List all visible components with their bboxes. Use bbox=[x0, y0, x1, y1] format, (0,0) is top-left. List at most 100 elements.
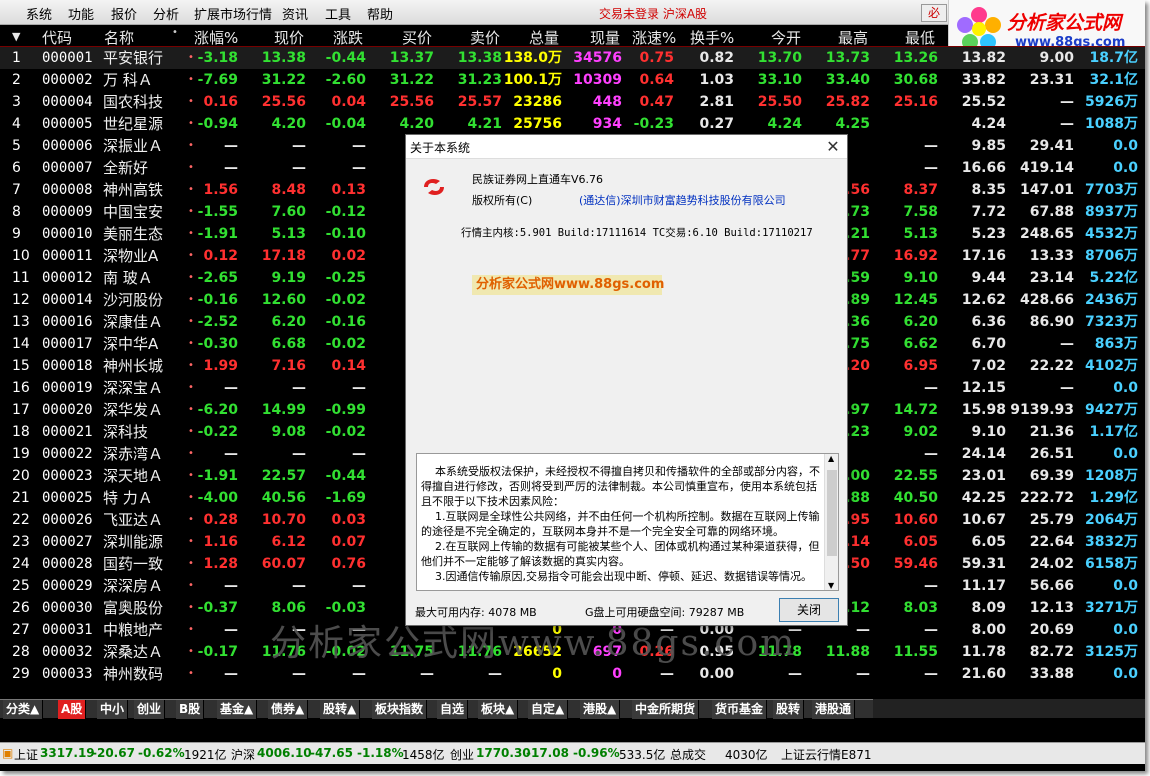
header-speed[interactable]: 涨速% bbox=[632, 27, 676, 48]
cell-idx: 14 bbox=[12, 336, 30, 352]
tab-14[interactable]: 货币基金 bbox=[712, 700, 768, 719]
cell-chg: 1.28 bbox=[203, 556, 238, 572]
cell-code: 000014 bbox=[42, 292, 93, 308]
table-row[interactable]: 4 000005 世纪星源 -0.94 4.20 -0.04 4.20 4.21 25756 93… bbox=[0, 113, 1145, 135]
tab-2[interactable]: 中小 bbox=[97, 700, 129, 719]
cell-diff: -0.16 bbox=[325, 314, 366, 330]
cell-idx: 6 bbox=[12, 160, 21, 176]
cell-c3: 7323万 bbox=[1085, 314, 1138, 330]
tab-scroll-area[interactable] bbox=[873, 699, 1145, 718]
tab-11[interactable]: 自定▲ bbox=[528, 700, 569, 719]
header-name[interactable]: 名称 bbox=[104, 27, 134, 48]
license-textbox[interactable]: 本系统受版权法保护，未经授权不得擅自拷贝和传播软件的全部或部分内容，不得擅自进行… bbox=[416, 453, 839, 591]
header-change-pct[interactable]: 涨幅% bbox=[194, 27, 238, 48]
hs-label[interactable]: 沪深 bbox=[231, 746, 255, 763]
table-row[interactable]: 2 000002 万 科Ａ -7.69 31.22 -2.60 31.22 31.23 100.… bbox=[0, 69, 1145, 91]
cell-code: 000004 bbox=[42, 94, 93, 110]
cell-c3: 5.22亿 bbox=[1089, 270, 1138, 286]
cell-c1: 25.52 bbox=[961, 94, 1006, 110]
cell-code: 000025 bbox=[42, 490, 93, 506]
cell-name: 神州长城 bbox=[103, 357, 164, 375]
tab-15[interactable]: 股转 bbox=[773, 700, 805, 719]
tab-1[interactable]: A股 bbox=[58, 700, 87, 719]
row-dot-icon: • bbox=[188, 316, 194, 327]
cell-code: 000020 bbox=[42, 402, 93, 418]
cell-code: 000012 bbox=[42, 270, 93, 286]
menu-news[interactable]: 资讯 bbox=[282, 4, 308, 23]
tab-8[interactable]: 板块指数 bbox=[372, 700, 428, 719]
header-code[interactable]: 代码 bbox=[42, 27, 72, 48]
header-price[interactable]: 现价 bbox=[274, 27, 304, 48]
tab-5[interactable]: 基金▲ bbox=[217, 700, 258, 719]
tab-6[interactable]: 债券▲ bbox=[268, 700, 309, 719]
header-bid[interactable]: 买价 bbox=[402, 27, 432, 48]
tab-10[interactable]: 板块▲ bbox=[478, 700, 519, 719]
menu-tools[interactable]: 工具 bbox=[325, 4, 351, 23]
sh-label[interactable]: 上证 bbox=[14, 746, 38, 763]
menu-quote[interactable]: 报价 bbox=[111, 4, 137, 23]
login-status[interactable]: 交易未登录 沪深A股 bbox=[599, 5, 707, 22]
cell-price: — bbox=[292, 160, 306, 176]
tab-0[interactable]: 分类▲ bbox=[3, 700, 44, 719]
cell-c2: 147.01 bbox=[1019, 182, 1074, 198]
header-current-volume[interactable]: 现量 bbox=[590, 27, 620, 48]
header-turnover[interactable]: 换手% bbox=[690, 27, 734, 48]
scroll-up-icon[interactable]: ▲ bbox=[828, 454, 834, 463]
tab-7[interactable]: 股转▲ bbox=[320, 700, 361, 719]
cell-code: 000027 bbox=[42, 534, 93, 550]
tab-4[interactable]: B股 bbox=[176, 700, 205, 719]
cell-price: 6.68 bbox=[271, 336, 306, 352]
cell-name: 神州高铁 bbox=[103, 181, 164, 199]
header-change[interactable]: 涨跌 bbox=[333, 27, 363, 48]
header-volume[interactable]: 总量 bbox=[529, 27, 559, 48]
sort-arrow-icon[interactable]: ▼ bbox=[12, 30, 20, 43]
cell-name: 深天地Ａ bbox=[103, 467, 164, 485]
menu-system[interactable]: 系统 bbox=[26, 4, 52, 23]
dialog-titlebar[interactable]: 关于本系统 ✕ bbox=[406, 135, 847, 159]
license-scrollbar[interactable]: ▲ ▼ bbox=[824, 454, 838, 590]
row-dot-icon: • bbox=[188, 668, 194, 679]
close-button[interactable]: 关闭 bbox=[779, 598, 839, 622]
cy-label[interactable]: 创业 bbox=[450, 746, 474, 763]
bi-button[interactable]: 必 bbox=[921, 4, 947, 22]
tab-13[interactable]: 中金所期货 bbox=[632, 700, 700, 719]
cell-c3: 0.0 bbox=[1113, 578, 1138, 594]
cell-spd: 0.47 bbox=[639, 94, 674, 110]
sh-diff: -20.67 bbox=[92, 746, 135, 760]
cell-c2: 25.79 bbox=[1029, 512, 1074, 528]
cell-chg: — bbox=[224, 622, 238, 638]
menu-help[interactable]: 帮助 bbox=[367, 4, 393, 23]
row-dot-icon: • bbox=[188, 52, 194, 63]
cell-price: 6.12 bbox=[271, 534, 306, 550]
cell-diff: — bbox=[352, 160, 366, 176]
tab-16[interactable]: 港股通 bbox=[812, 700, 856, 719]
tab-3[interactable]: 创业 bbox=[134, 700, 166, 719]
scroll-down-icon[interactable]: ▼ bbox=[828, 581, 834, 590]
tab-12[interactable]: 港股▲ bbox=[580, 700, 621, 719]
table-row[interactable]: 3 000004 国农科技 0.16 25.56 0.04 25.56 25.57 23286 4… bbox=[0, 91, 1145, 113]
header-low[interactable]: 最低 bbox=[905, 27, 935, 48]
cloud-status[interactable]: 上证云行情E871 bbox=[781, 746, 872, 763]
table-row[interactable]: 29 000033 神州数码 — — — — — 0 0 — 0.00 — — — 21.60 33.88 0.0… bbox=[0, 663, 1145, 685]
cell-c3: 2436万 bbox=[1085, 292, 1138, 308]
table-row[interactable]: 1 000001 平安银行 -3.18 13.38 -0.44 13.37 13.38 138.… bbox=[0, 47, 1145, 69]
cell-cur: 0 bbox=[612, 666, 622, 682]
cell-code: 000006 bbox=[42, 138, 93, 154]
menu-function[interactable]: 功能 bbox=[68, 4, 94, 23]
menu-extended-market[interactable]: 扩展市场行情 bbox=[194, 4, 272, 23]
cell-low: 12.45 bbox=[893, 292, 938, 308]
hs-value: 4006.10 bbox=[257, 746, 312, 760]
cell-name: 平安银行 bbox=[103, 49, 164, 67]
scroll-thumb[interactable] bbox=[827, 470, 837, 556]
tab-9[interactable]: 自选 bbox=[437, 700, 469, 719]
header-high[interactable]: 最高 bbox=[838, 27, 868, 48]
header-ask[interactable]: 卖价 bbox=[470, 27, 500, 48]
cell-diff: -0.04 bbox=[325, 116, 366, 132]
close-icon[interactable]: ✕ bbox=[824, 137, 842, 157]
cell-c3: 1088万 bbox=[1085, 116, 1138, 132]
cell-c2: 9139.93 bbox=[1010, 402, 1074, 418]
cell-low: — bbox=[924, 380, 938, 396]
menu-analysis[interactable]: 分析 bbox=[153, 4, 179, 23]
company-link[interactable]: (通达信)深圳市财富趋势科技股份有限公司 bbox=[579, 192, 786, 208]
header-open[interactable]: 今开 bbox=[771, 27, 801, 48]
